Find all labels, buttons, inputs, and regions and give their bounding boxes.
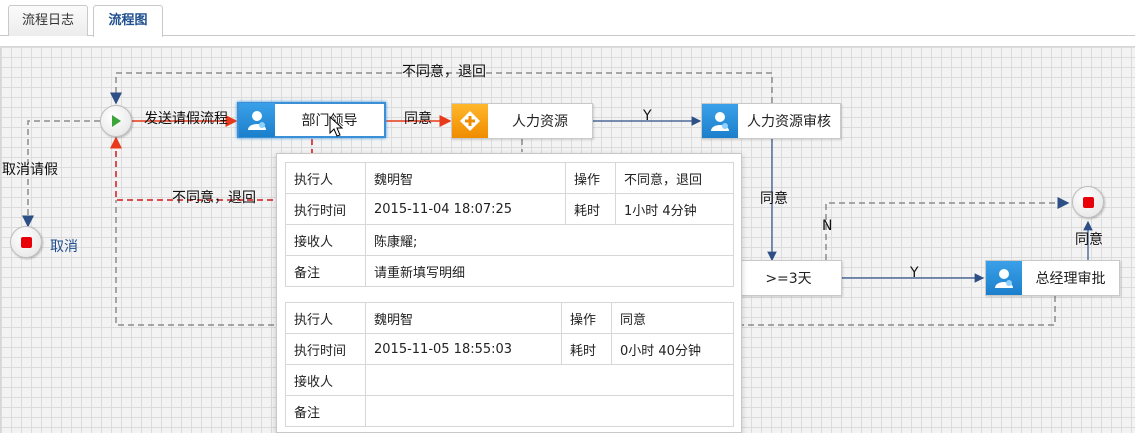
- cancel-label: 取消: [50, 239, 78, 255]
- action-value: 不同意，退回: [615, 162, 734, 194]
- table-row: 接收人 陈康耀;: [285, 224, 734, 256]
- duration-label: 耗时: [561, 333, 612, 365]
- executor-label: 执行人: [285, 302, 366, 334]
- executor-label: 执行人: [285, 162, 366, 194]
- node-dept-leader[interactable]: 部门领导: [237, 102, 386, 138]
- receiver-label: 接收人: [285, 224, 366, 256]
- edge-label-agree-3: 同意: [1075, 232, 1103, 248]
- node-label: 人力资源审核: [747, 114, 831, 130]
- edge-label-disagree-top: 不同意，退回: [402, 64, 486, 80]
- cancel-end-node[interactable]: [10, 226, 42, 258]
- duration-value: 1小时 4分钟: [615, 193, 734, 225]
- receiver-value: [365, 364, 734, 396]
- end-node[interactable]: [1072, 186, 1104, 218]
- table-row: 备注: [285, 395, 734, 427]
- edge-label-send-leave: 发送请假流程: [144, 111, 228, 127]
- receiver-value: 陈康耀;: [365, 224, 734, 256]
- play-icon: [112, 115, 121, 127]
- mouse-cursor-icon: [329, 116, 344, 137]
- executor-value: 魏明智: [365, 302, 562, 334]
- edge-label-agree-2: 同意: [760, 191, 788, 207]
- table-row: 执行时间 2015-11-05 18:55:03 耗时 0小时 40分钟: [285, 333, 734, 365]
- node-hr-review[interactable]: 人力资源审核: [701, 103, 841, 139]
- action-label: 操作: [561, 302, 612, 334]
- edge-n: [825, 197, 1070, 260]
- time-label: 执行时间: [285, 193, 366, 225]
- table-row: 执行时间 2015-11-04 18:07:25 耗时 1小时 4分钟: [285, 193, 734, 225]
- node-days-check[interactable]: >=3天: [735, 260, 842, 296]
- approval-record-2: 执行人 魏明智 操作 同意 执行时间 2015-11-05 18:55:03 耗…: [285, 302, 734, 427]
- user-icon: [702, 104, 738, 138]
- table-row: 备注 请重新填写明细: [285, 255, 734, 287]
- note-value: [365, 395, 734, 427]
- node-hr[interactable]: 人力资源: [451, 103, 593, 139]
- node-gm-approval[interactable]: 总经理审批: [985, 260, 1120, 296]
- note-label: 备注: [285, 255, 366, 287]
- stop-icon: [20, 236, 32, 248]
- edge-label-y-2: Y: [910, 265, 919, 281]
- user-icon: [986, 261, 1022, 295]
- approval-record-1: 执行人 魏明智 操作 不同意，退回 执行时间 2015-11-04 18:07:…: [285, 162, 734, 287]
- approval-history-popup: 执行人 魏明智 操作 不同意，退回 执行时间 2015-11-04 18:07:…: [276, 153, 742, 433]
- action-label: 操作: [565, 162, 616, 194]
- node-label: >=3天: [765, 271, 812, 287]
- receiver-label: 接收人: [285, 364, 366, 396]
- time-value: 2015-11-05 18:55:03: [365, 333, 562, 365]
- duration-label: 耗时: [565, 193, 616, 225]
- table-row: 执行人 魏明智 操作 同意: [285, 302, 734, 334]
- duration-value: 0小时 40分钟: [611, 333, 734, 365]
- fork-icon: [452, 104, 488, 138]
- start-node[interactable]: [100, 105, 132, 137]
- time-value: 2015-11-04 18:07:25: [365, 193, 566, 225]
- node-label: 人力资源: [512, 114, 568, 130]
- table-row: 执行人 魏明智 操作 不同意，退回: [285, 162, 734, 194]
- action-value: 同意: [611, 302, 734, 334]
- node-label: 总经理审批: [1035, 271, 1106, 287]
- edge-label-disagree-mid: 不同意，退回: [172, 190, 256, 206]
- executor-value: 魏明智: [365, 162, 566, 194]
- table-row: 接收人: [285, 364, 734, 396]
- edge-label-y-1: Y: [643, 108, 652, 124]
- note-value: 请重新填写明细: [365, 255, 734, 287]
- edge-label-n: N: [822, 218, 833, 234]
- user-icon: [239, 103, 275, 137]
- stop-icon: [1082, 196, 1094, 208]
- edge-label-cancel-leave: 取消请假: [2, 162, 58, 178]
- note-label: 备注: [285, 395, 366, 427]
- time-label: 执行时间: [285, 333, 366, 365]
- edge-label-agree-1: 同意: [404, 111, 432, 127]
